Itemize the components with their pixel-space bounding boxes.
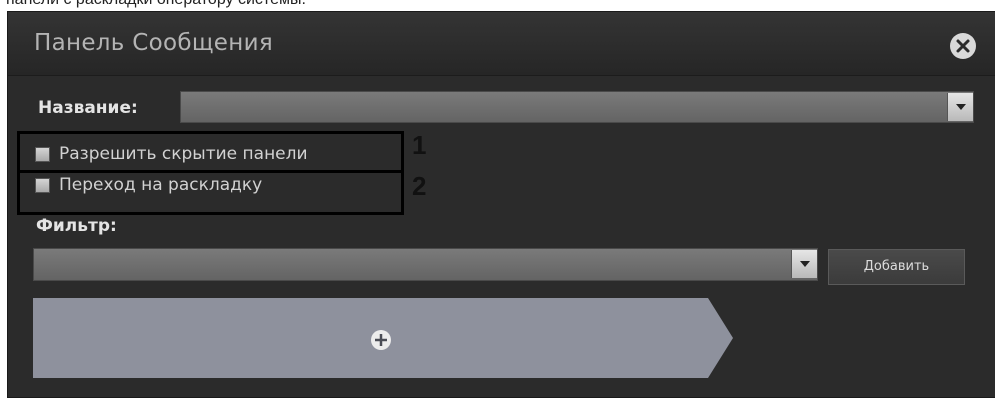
dialog-titlebar: Панель Сообщения [8, 12, 995, 76]
document-caption: панели с раскладки оператору системы. [6, 0, 306, 9]
add-panel-tab[interactable] [33, 298, 733, 378]
name-label: Название: [38, 98, 138, 118]
close-button[interactable] [950, 33, 976, 59]
chevron-down-icon [956, 104, 966, 110]
highlight-frame [17, 131, 404, 215]
filter-dropdown-button[interactable] [791, 250, 817, 278]
filter-label: Фильтр: [36, 216, 117, 236]
marker-1: 1 [412, 130, 427, 160]
marker-2: 2 [412, 171, 427, 201]
plus-icon [371, 330, 391, 350]
dialog-title: Панель Сообщения [34, 30, 273, 56]
name-dropdown-button[interactable] [947, 93, 973, 121]
name-dropdown[interactable] [180, 91, 974, 123]
highlight-divider [17, 170, 404, 173]
close-icon [956, 39, 970, 53]
filter-dropdown[interactable] [33, 248, 818, 281]
add-button[interactable]: Добавить [828, 249, 965, 285]
chevron-down-icon [800, 261, 810, 267]
